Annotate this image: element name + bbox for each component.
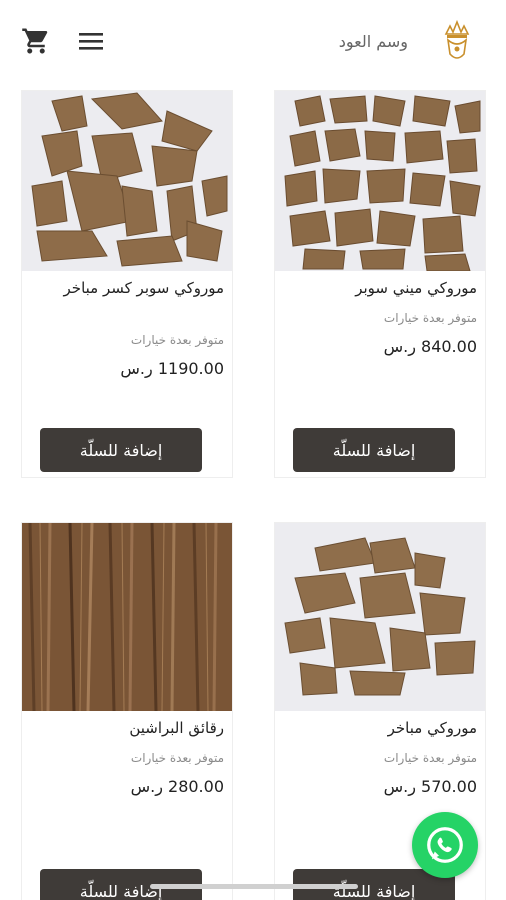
home-indicator xyxy=(150,884,358,889)
product-price: 280.00 ر.س xyxy=(130,777,224,796)
availability-label: متوفر بعدة خيارات xyxy=(383,311,477,325)
product-card[interactable]: رقائق البراشين متوفر بعدة خيارات 280.00 … xyxy=(21,522,233,900)
availability-label: متوفر بعدة خيارات xyxy=(383,751,477,765)
product-image[interactable] xyxy=(22,523,232,711)
product-title[interactable]: موروكي ميني سوبر xyxy=(281,277,477,299)
whatsapp-icon[interactable] xyxy=(412,812,478,878)
product-image[interactable] xyxy=(275,91,485,271)
add-to-cart-button[interactable]: إضافة للسلّة xyxy=(40,428,202,472)
cart-icon[interactable] xyxy=(20,26,52,56)
product-title[interactable]: موروكي مباخر xyxy=(281,717,477,739)
product-price: 570.00 ر.س xyxy=(383,777,477,796)
product-title[interactable]: موروكي سوبر كسر مباخر xyxy=(28,277,224,299)
product-title[interactable]: رقائق البراشين xyxy=(28,717,224,739)
hamburger-menu-icon[interactable] xyxy=(78,30,104,52)
product-card[interactable]: موروكي سوبر كسر مباخر متوفر بعدة خيارات … xyxy=(21,90,233,478)
crown-logo[interactable] xyxy=(440,18,474,66)
product-price: 840.00 ر.س xyxy=(383,337,477,356)
product-image[interactable] xyxy=(22,91,232,271)
product-image[interactable] xyxy=(275,523,485,711)
availability-label: متوفر بعدة خيارات xyxy=(130,751,224,765)
top-bar: وسم العود xyxy=(0,0,506,82)
availability-label: متوفر بعدة خيارات xyxy=(130,333,224,347)
product-price: 1190.00 ر.س xyxy=(120,359,224,378)
product-card[interactable]: موروكي ميني سوبر متوفر بعدة خيارات 840.0… xyxy=(274,90,486,478)
brand-name[interactable]: وسم العود xyxy=(339,32,408,51)
add-to-cart-button[interactable]: إضافة للسلّة xyxy=(293,428,455,472)
